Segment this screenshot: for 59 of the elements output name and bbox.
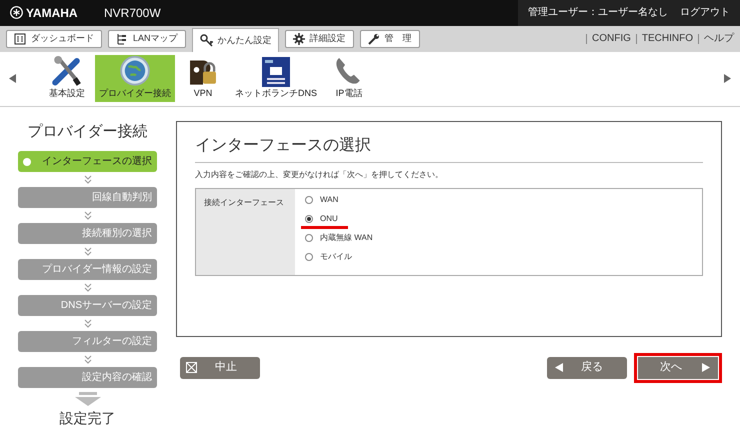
field-label: 接続インターフェース — [196, 188, 295, 274]
top-link[interactable]: ヘルプ — [704, 31, 734, 46]
top-link[interactable]: CONFIG — [592, 31, 631, 46]
radio-button[interactable] — [305, 252, 313, 260]
chevron-down-icon — [84, 283, 92, 292]
radio-button[interactable] — [305, 234, 313, 242]
radio-option[interactable]: モバイル — [305, 250, 373, 262]
tab[interactable]: ダッシュボード — [6, 30, 102, 48]
step-item: 接続種別の選択 — [18, 223, 157, 244]
radio-option[interactable]: 内蔵無線 WAN — [305, 232, 373, 244]
wizard-item[interactable]: プロバイダー接続 — [95, 55, 175, 102]
radio-option[interactable]: ONU — [305, 212, 373, 224]
ddns-service-icon — [262, 56, 290, 87]
radio-button[interactable] — [305, 196, 313, 204]
wizard-item[interactable]: IP電話 — [321, 55, 378, 102]
step-item: インターフェースの選択 — [18, 151, 157, 172]
gear-icon — [292, 32, 305, 45]
current-step-dot-icon — [23, 158, 31, 166]
back-button[interactable]: 戻る — [547, 356, 627, 378]
logout-link[interactable]: ログアウト — [680, 5, 730, 20]
tab[interactable]: かんたん設定 — [192, 28, 279, 52]
brand-logo: YAMAHA — [26, 4, 78, 22]
top-link[interactable]: TECHINFO — [642, 31, 693, 46]
close-icon — [186, 362, 197, 373]
done-label: 設定完了 — [60, 409, 116, 428]
wizard-item[interactable]: VPN — [175, 55, 231, 102]
step-item: プロバイダー情報の設定 — [18, 259, 157, 280]
wizard-item[interactable]: 基本設定 — [39, 55, 95, 102]
radio-button[interactable] — [305, 214, 313, 222]
next-button[interactable]: 次へ — [638, 356, 718, 378]
scroll-left-icon[interactable] — [9, 74, 17, 84]
panel-title: インターフェースの選択 — [195, 134, 703, 162]
wrench-icon — [368, 32, 380, 45]
tree-icon — [116, 32, 128, 45]
step-item: 設定内容の確認 — [18, 367, 157, 388]
model-name: NVR700W — [104, 4, 161, 22]
tab[interactable]: LANマップ — [108, 30, 186, 48]
wizard-item[interactable]: ネットボランチDNS — [231, 55, 322, 102]
chevron-down-icon — [84, 319, 92, 328]
down-arrow-icon — [74, 392, 100, 406]
scroll-right-icon[interactable] — [723, 74, 731, 84]
globe-icon — [118, 55, 152, 87]
chevron-down-icon — [84, 211, 92, 220]
sidebar-title: プロバイダー接続 — [28, 122, 148, 142]
user-label: 管理ユーザー：ユーザー名なし — [528, 6, 668, 20]
chevron-down-icon — [84, 247, 92, 256]
left-triangle-icon — [555, 363, 563, 372]
tab[interactable]: 管 理 — [360, 30, 420, 48]
instruction-text: 入力内容をご確認の上、変更がなければ「次へ」を押してください。 — [195, 168, 444, 180]
chevron-down-icon — [84, 175, 92, 184]
chevron-down-icon — [84, 355, 92, 364]
dashboard-icon — [14, 32, 26, 45]
step-item: 回線自動判別 — [18, 187, 157, 208]
step-item: フィルターの設定 — [18, 331, 157, 352]
right-triangle-icon — [702, 363, 710, 372]
step-item: DNSサーバーの設定 — [18, 295, 157, 316]
cancel-button[interactable]: 中止 — [180, 356, 260, 378]
tab[interactable]: 詳細設定 — [284, 30, 354, 48]
radio-option[interactable]: WAN — [305, 194, 373, 206]
